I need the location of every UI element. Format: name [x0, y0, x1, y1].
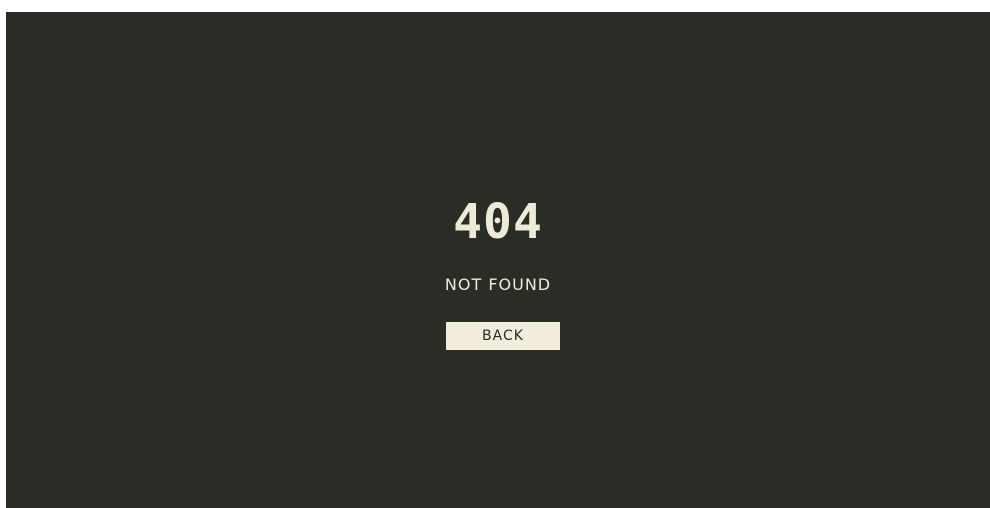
error-message: NOT FOUND — [444, 275, 552, 294]
error-page: 404 NOT FOUND BACK — [6, 12, 990, 508]
back-button[interactable]: BACK — [446, 322, 560, 350]
error-code: 404 — [453, 194, 543, 250]
